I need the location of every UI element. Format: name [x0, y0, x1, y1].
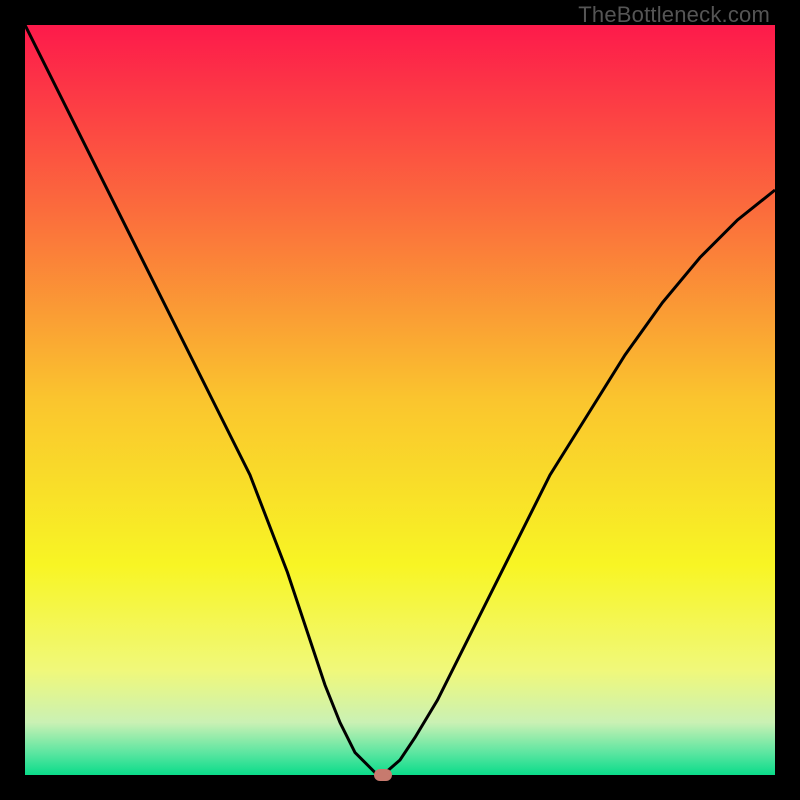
- chart-frame: TheBottleneck.com: [0, 0, 800, 800]
- plot-svg: [25, 25, 775, 775]
- plot-area: [25, 25, 775, 775]
- plot-background: [25, 25, 775, 775]
- minimum-marker: [374, 769, 392, 781]
